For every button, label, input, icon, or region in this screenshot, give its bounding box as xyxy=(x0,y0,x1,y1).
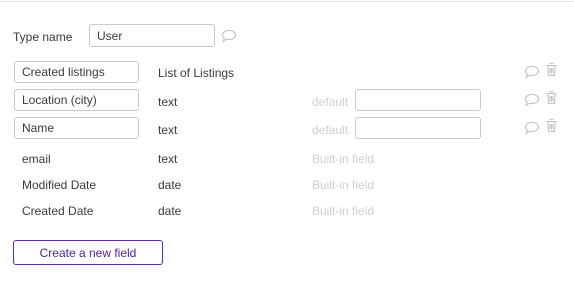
type-name-input[interactable]: User xyxy=(89,24,215,47)
field-name-input[interactable]: Created listings xyxy=(14,61,139,83)
builtin-field-label: Built-in field xyxy=(312,178,375,192)
field-name-input[interactable]: Name xyxy=(14,117,139,139)
field-name-value: Name xyxy=(22,121,55,135)
comment-icon[interactable] xyxy=(524,93,540,107)
trash-icon[interactable] xyxy=(545,62,558,77)
default-label: default xyxy=(312,95,349,109)
field-type: List of Listings xyxy=(158,66,235,80)
field-name-input[interactable]: Location (city) xyxy=(14,89,139,111)
create-new-field-label: Create a new field xyxy=(39,245,137,260)
field-type: text xyxy=(158,152,178,166)
comment-icon[interactable] xyxy=(524,121,540,135)
field-type: text xyxy=(158,123,178,137)
builtin-field-label: Built-in field xyxy=(312,204,375,218)
field-type: date xyxy=(158,178,182,192)
type-name-value: User xyxy=(97,28,123,43)
create-new-field-button[interactable]: Create a new field xyxy=(13,240,163,265)
top-divider xyxy=(0,1,574,2)
field-name-static: Modified Date xyxy=(22,178,97,192)
field-type: date xyxy=(158,204,182,218)
field-name-value: Created listings xyxy=(22,65,105,79)
trash-icon[interactable] xyxy=(545,118,558,133)
field-name-static: Created Date xyxy=(22,204,94,218)
default-value-input[interactable] xyxy=(355,117,481,139)
field-name-static: email xyxy=(22,152,51,166)
builtin-field-label: Built-in field xyxy=(312,152,375,166)
type-name-label: Type name xyxy=(13,30,73,44)
comment-icon[interactable] xyxy=(524,65,540,79)
default-label: default xyxy=(312,123,349,137)
type-comment-icon[interactable] xyxy=(221,29,237,43)
default-value-input[interactable] xyxy=(355,89,481,111)
field-type: text xyxy=(158,95,178,109)
field-name-value: Location (city) xyxy=(22,93,97,107)
trash-icon[interactable] xyxy=(545,90,558,105)
